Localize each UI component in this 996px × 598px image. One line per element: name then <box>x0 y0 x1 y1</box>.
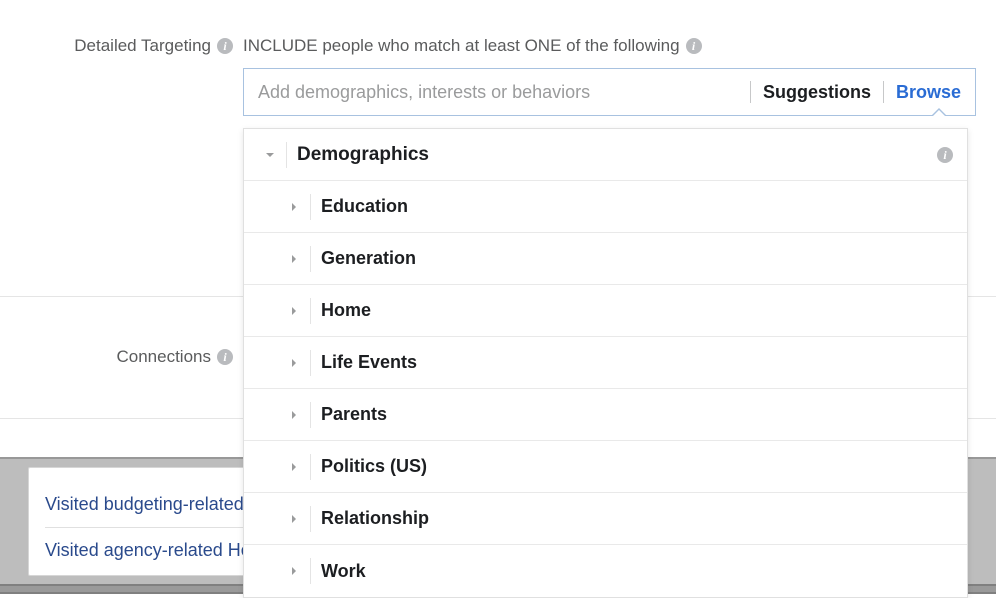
separator <box>310 402 311 428</box>
chevron-right-icon <box>282 514 306 524</box>
include-label-text: INCLUDE people who match at least ONE of… <box>243 36 680 56</box>
dropdown-category-label: Demographics <box>297 144 937 166</box>
separator <box>310 506 311 532</box>
targeting-input[interactable] <box>258 82 738 103</box>
info-icon[interactable]: i <box>217 349 233 365</box>
dropdown-item-work[interactable]: Work <box>244 545 967 597</box>
chevron-down-icon <box>258 150 282 160</box>
input-separator <box>750 81 751 103</box>
info-icon[interactable]: i <box>937 147 953 163</box>
dropdown-item-label: Politics (US) <box>321 456 953 477</box>
dropdown-item-generation[interactable]: Generation <box>244 233 967 285</box>
chevron-right-icon <box>282 358 306 368</box>
dropdown-item-parents[interactable]: Parents <box>244 389 967 441</box>
input-separator <box>883 81 884 103</box>
dropdown-item-home[interactable]: Home <box>244 285 967 337</box>
dropdown-item-label: Parents <box>321 404 953 425</box>
row-label-col: Detailed Targeting i <box>0 0 243 56</box>
separator <box>310 298 311 324</box>
dropdown-item-label: Life Events <box>321 352 953 373</box>
suggestions-link[interactable]: Suggestions <box>763 82 871 103</box>
info-icon[interactable]: i <box>217 38 233 54</box>
dropdown-item-label: Generation <box>321 248 953 269</box>
chevron-right-icon <box>282 462 306 472</box>
separator <box>310 194 311 220</box>
separator <box>310 454 311 480</box>
chevron-right-icon <box>282 202 306 212</box>
dropdown-item-label: Work <box>321 561 953 582</box>
dropdown-item-life-events[interactable]: Life Events <box>244 337 967 389</box>
separator <box>286 142 287 168</box>
connections-label-text: Connections <box>116 347 211 367</box>
dropdown-item-relationship[interactable]: Relationship <box>244 493 967 545</box>
dropdown-item-label: Home <box>321 300 953 321</box>
chevron-right-icon <box>282 306 306 316</box>
separator <box>310 246 311 272</box>
info-icon[interactable]: i <box>686 38 702 54</box>
dropdown-item-politics-us[interactable]: Politics (US) <box>244 441 967 493</box>
browse-link[interactable]: Browse <box>896 82 961 103</box>
chevron-right-icon <box>282 566 306 576</box>
dropdown-category-demographics[interactable]: Demographics i <box>244 129 967 181</box>
chevron-right-icon <box>282 254 306 264</box>
row-label-col: Connections i <box>0 347 243 367</box>
connections-label: Connections i <box>116 347 233 367</box>
dropdown-item-label: Relationship <box>321 508 953 529</box>
dropdown-item-label: Education <box>321 196 953 217</box>
browse-dropdown: Demographics i Education Generation Home… <box>243 128 968 598</box>
separator <box>310 350 311 376</box>
targeting-input-wrap: Suggestions Browse <box>243 68 976 116</box>
chevron-right-icon <box>282 410 306 420</box>
include-label: INCLUDE people who match at least ONE of… <box>243 36 702 56</box>
detailed-targeting-label-text: Detailed Targeting <box>74 36 211 56</box>
dropdown-item-education[interactable]: Education <box>244 181 967 233</box>
detailed-targeting-label: Detailed Targeting i <box>74 36 233 56</box>
separator <box>310 558 311 584</box>
